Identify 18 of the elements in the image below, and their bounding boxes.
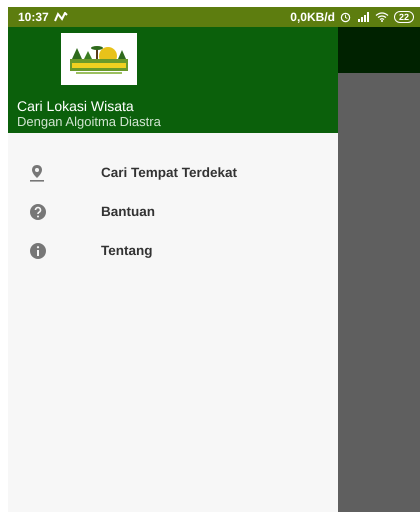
- menu-label: Tentang: [101, 243, 152, 258]
- app-subtitle: Dengan Algoitma Diastra: [17, 114, 162, 129]
- location-pin-icon: [29, 164, 45, 182]
- signal-icon: [356, 12, 370, 22]
- battery-level: 22: [394, 11, 414, 23]
- wifi-icon: [374, 12, 389, 22]
- app-title: Cari Lokasi Wisata: [17, 98, 135, 114]
- menu-item[interactable]: Tentang: [8, 231, 338, 270]
- notification-icon: [54, 12, 68, 22]
- menu-item[interactable]: Cari Tempat Terdekat: [8, 153, 338, 192]
- menu-item[interactable]: Bantuan: [8, 192, 338, 231]
- menu-label: Bantuan: [101, 204, 155, 219]
- alarm-icon: [340, 12, 351, 22]
- info-icon: [29, 242, 47, 260]
- menu-label: Cari Tempat Terdekat: [101, 165, 238, 180]
- help-icon: [29, 202, 47, 220]
- network-speed: 0,0KB/d: [290, 10, 335, 24]
- status-time: 10:37: [18, 10, 49, 24]
